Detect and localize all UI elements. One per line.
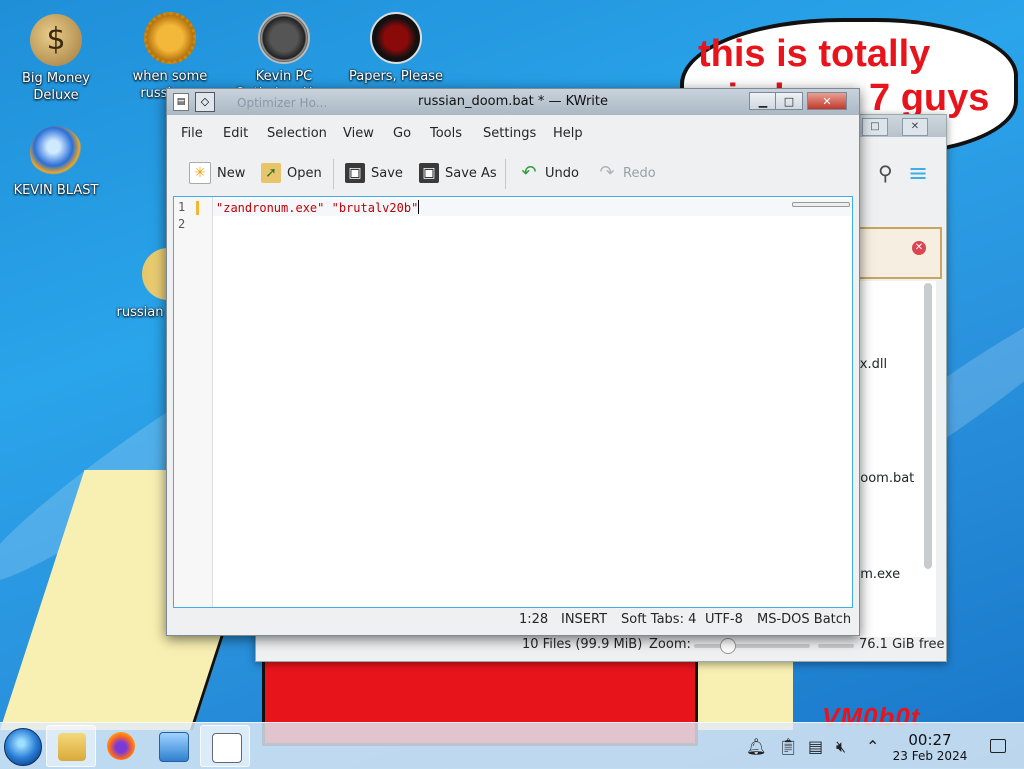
gauge-icon [258, 12, 310, 64]
desktop-icon-papers-please[interactable]: Papers, Please [346, 12, 446, 85]
clipboard-icon[interactable]: 📋︎ [778, 737, 798, 756]
floppy-disk-icon: ▣ [345, 163, 365, 183]
open-button-label: Open [287, 165, 322, 181]
start-button[interactable] [4, 728, 42, 766]
undo-arrow-icon: ↶ [521, 162, 537, 183]
taskbar-control-panel[interactable] [148, 725, 198, 767]
file-count: 10 Files (99.9 MiB) [522, 637, 643, 652]
taskbar-file-manager[interactable] [46, 725, 96, 767]
text-editor[interactable]: 1 2 "zandronum.exe" "brutalv20b" [173, 196, 853, 608]
file-item[interactable]: doom.bat [852, 471, 914, 486]
save-button[interactable]: ▣ Save [345, 161, 403, 185]
device-icon[interactable]: ▤ [808, 737, 823, 756]
papers-please-icon [370, 12, 422, 64]
kwrite-window[interactable]: ▤ ◇ Optimizer Ho... russian_doom.bat * —… [166, 88, 860, 636]
clock[interactable]: 00:27 23 Feb 2024 [880, 731, 980, 764]
chevron-up-icon[interactable]: ⌃ [866, 737, 879, 756]
menu-file[interactable]: File [181, 126, 203, 141]
clock-date: 23 Feb 2024 [892, 749, 968, 763]
taskbar-kwrite[interactable] [200, 725, 250, 767]
desktop-icon-label: KEVIN BLAST [13, 183, 99, 198]
money-bag-icon: $ [30, 14, 82, 66]
desktop-icon-russian-folder[interactable]: russian [110, 248, 194, 321]
desktop-icon-big-money[interactable]: $ Big Money Deluxe [6, 14, 106, 104]
save-as-icon: ▣ [419, 163, 439, 183]
minimap-indicator[interactable] [792, 202, 850, 207]
kwrite-titlebar[interactable]: ▤ ◇ Optimizer Ho... russian_doom.bat * —… [167, 89, 859, 115]
undo-button[interactable]: ↶ Undo [519, 161, 579, 185]
desktop-icon-label: Papers, Please [348, 69, 444, 84]
syntax-mode[interactable]: MS-DOS Batch [757, 612, 851, 627]
menu-selection[interactable]: Selection [267, 126, 327, 141]
code-text: "zandronum.exe" "brutalv20b" [216, 201, 419, 215]
menu-go[interactable]: Go [393, 126, 411, 141]
modified-line-marker [196, 201, 199, 215]
code-line-1[interactable]: "zandronum.exe" "brutalv20b" [216, 200, 420, 215]
desktop-icon-label: russian [116, 305, 164, 320]
zoom-slider-handle[interactable] [720, 638, 736, 654]
menu-edit[interactable]: Edit [223, 126, 248, 141]
desktop-icon-kevin-blast[interactable]: KEVIN BLAST [6, 126, 106, 199]
menubar: File Edit Selection View Go Tools Settin… [167, 121, 859, 147]
desktop-icon-label: Big Money Deluxe [21, 71, 90, 103]
gear-icon [144, 12, 196, 64]
undo-button-label: Undo [545, 165, 579, 181]
new-button[interactable]: ✳ New [189, 161, 245, 185]
taskbar: 🔔︎ 📋︎ ▤ 🔇︎ ⌃ 00:27 23 Feb 2024 [0, 722, 1024, 769]
close-circle-icon[interactable]: ✕ [912, 241, 926, 255]
folder-icon [58, 733, 86, 761]
menu-help[interactable]: Help [553, 126, 583, 141]
fm-close-button[interactable]: ✕ [902, 118, 928, 136]
save-as-button-label: Save As [445, 165, 497, 181]
muted-speaker-icon[interactable]: 🔇︎ [836, 737, 846, 757]
text-editor-icon [212, 733, 242, 763]
save-button-label: Save [371, 165, 403, 181]
menu-view[interactable]: View [343, 126, 374, 141]
search-icon[interactable]: ⚲ [878, 161, 893, 185]
globe-blast-icon [30, 126, 82, 178]
line-number: 2 [178, 217, 186, 231]
close-button[interactable]: ✕ [807, 92, 847, 110]
new-button-label: New [217, 165, 246, 181]
free-space: 76.1 GiB free [859, 637, 945, 652]
clock-time: 00:27 [908, 731, 952, 749]
new-document-icon: ✳ [189, 162, 211, 184]
indentation-mode[interactable]: Soft Tabs: 4 [621, 612, 696, 627]
free-space-bar [818, 644, 854, 648]
redo-button-label: Redo [623, 165, 656, 181]
minimize-button[interactable]: ▁ [749, 92, 777, 110]
hamburger-menu-icon[interactable]: ≡ [908, 159, 928, 187]
monitor-icon [159, 732, 189, 762]
line-number-gutter: 1 2 [174, 197, 213, 607]
toolbar-separator [333, 159, 334, 189]
notification-bell-icon[interactable]: 🔔︎ [746, 737, 766, 756]
editor-statusbar: 1:28 INSERT Soft Tabs: 4 UTF-8 MS-DOS Ba… [167, 609, 859, 633]
toolbar-separator [505, 159, 506, 189]
show-desktop-icon[interactable] [990, 739, 1006, 753]
menu-settings[interactable]: Settings [483, 126, 536, 141]
fm-maximize-button[interactable]: □ [862, 118, 888, 136]
scrollbar[interactable] [924, 283, 932, 569]
save-as-button[interactable]: ▣ Save As [419, 161, 497, 185]
open-button[interactable]: ➚ Open [261, 161, 322, 185]
zoom-label: Zoom: [649, 637, 691, 652]
redo-button[interactable]: ↷ Redo [597, 161, 656, 185]
open-folder-icon: ➚ [261, 163, 281, 183]
zoom-slider[interactable] [694, 638, 810, 654]
text-cursor [418, 200, 420, 214]
redo-arrow-icon: ↷ [599, 162, 615, 183]
line-number: 1 [178, 200, 186, 214]
firefox-icon [107, 732, 135, 760]
maximize-button[interactable]: □ [775, 92, 803, 110]
menu-tools[interactable]: Tools [430, 126, 462, 141]
encoding[interactable]: UTF-8 [705, 612, 743, 627]
cursor-position[interactable]: 1:28 [519, 612, 548, 627]
main-toolbar: ✳ New ➚ Open ▣ Save ▣ Save As ↶ Undo ↷ R… [167, 153, 859, 193]
input-mode[interactable]: INSERT [561, 612, 607, 627]
taskbar-firefox[interactable] [96, 725, 146, 767]
